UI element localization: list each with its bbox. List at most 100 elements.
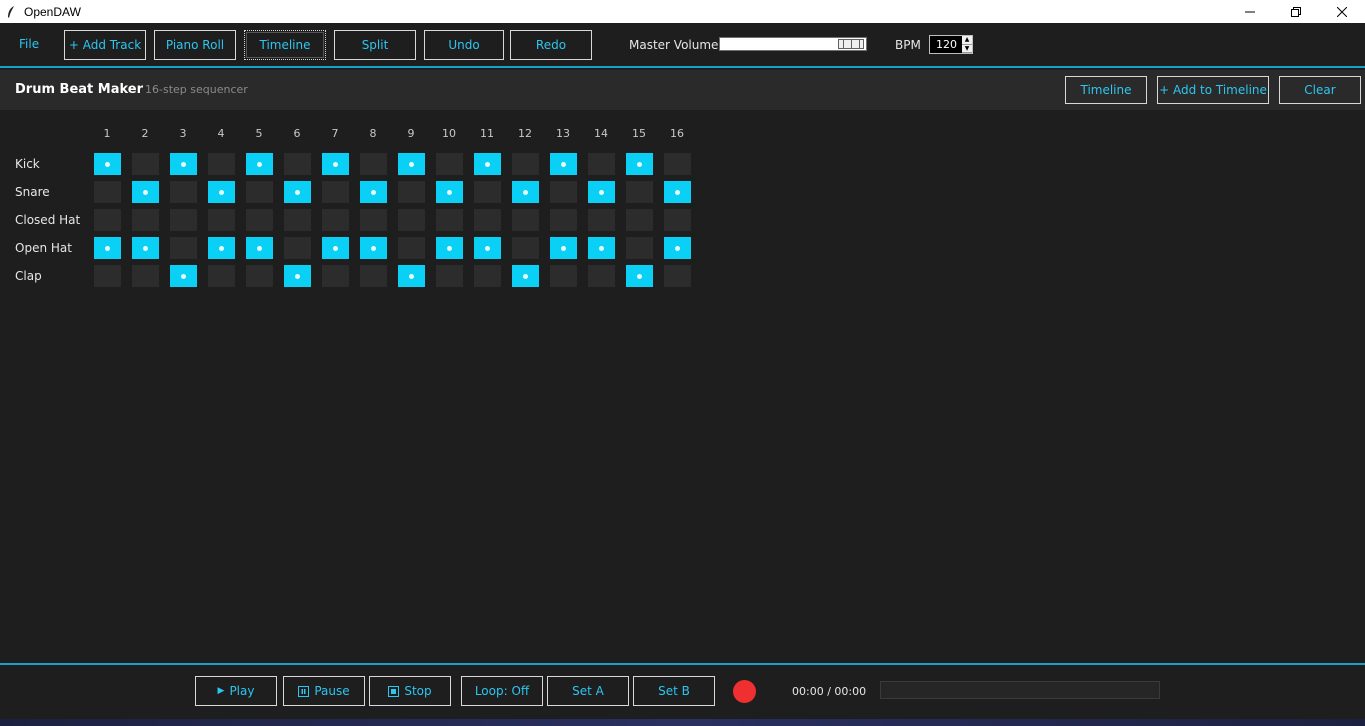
step-cell[interactable] <box>512 265 539 287</box>
pause-button[interactable]: Pause <box>283 676 365 706</box>
step-cell[interactable] <box>322 265 349 287</box>
set-b-button[interactable]: Set B <box>633 676 715 706</box>
step-cell[interactable] <box>626 153 653 175</box>
step-cell[interactable] <box>208 153 235 175</box>
undo-button[interactable]: Undo <box>424 30 504 60</box>
step-cell[interactable] <box>208 181 235 203</box>
step-cell[interactable] <box>398 265 425 287</box>
step-cell[interactable] <box>246 181 273 203</box>
step-cell[interactable] <box>284 181 311 203</box>
step-cell[interactable] <box>626 181 653 203</box>
playback-progress-bar[interactable] <box>880 681 1160 699</box>
step-cell[interactable] <box>664 153 691 175</box>
bpm-spin-arrows[interactable]: ▲ ▼ <box>962 36 972 53</box>
play-button[interactable]: ▶ Play <box>195 676 277 706</box>
step-cell[interactable] <box>284 265 311 287</box>
step-cell[interactable] <box>170 265 197 287</box>
step-cell[interactable] <box>588 209 615 231</box>
header-timeline-button[interactable]: Timeline <box>1065 76 1147 104</box>
restore-button[interactable] <box>1273 0 1319 23</box>
step-cell[interactable] <box>360 181 387 203</box>
set-a-button[interactable]: Set A <box>547 676 629 706</box>
step-cell[interactable] <box>170 181 197 203</box>
step-cell[interactable] <box>474 265 501 287</box>
redo-button[interactable]: Redo <box>510 30 592 60</box>
step-cell[interactable] <box>94 237 121 259</box>
step-cell[interactable] <box>550 181 577 203</box>
step-cell[interactable] <box>588 181 615 203</box>
add-track-button[interactable]: + Add Track <box>64 30 146 60</box>
step-cell[interactable] <box>398 237 425 259</box>
step-cell[interactable] <box>170 153 197 175</box>
step-cell[interactable] <box>474 181 501 203</box>
step-cell[interactable] <box>94 265 121 287</box>
step-cell[interactable] <box>360 153 387 175</box>
step-cell[interactable] <box>322 237 349 259</box>
step-cell[interactable] <box>436 265 463 287</box>
step-cell[interactable] <box>436 237 463 259</box>
step-cell[interactable] <box>208 265 235 287</box>
step-cell[interactable] <box>512 181 539 203</box>
step-cell[interactable] <box>474 153 501 175</box>
step-cell[interactable] <box>132 265 159 287</box>
step-cell[interactable] <box>398 209 425 231</box>
step-cell[interactable] <box>170 209 197 231</box>
step-cell[interactable] <box>360 265 387 287</box>
step-cell[interactable] <box>474 209 501 231</box>
step-cell[interactable] <box>664 265 691 287</box>
step-cell[interactable] <box>398 181 425 203</box>
step-cell[interactable] <box>360 237 387 259</box>
step-cell[interactable] <box>94 209 121 231</box>
step-cell[interactable] <box>94 181 121 203</box>
step-cell[interactable] <box>170 237 197 259</box>
step-cell[interactable] <box>284 209 311 231</box>
step-cell[interactable] <box>246 153 273 175</box>
stop-button[interactable]: Stop <box>369 676 451 706</box>
step-cell[interactable] <box>132 209 159 231</box>
add-to-timeline-button[interactable]: + Add to Timeline <box>1157 76 1269 104</box>
step-cell[interactable] <box>474 237 501 259</box>
step-cell[interactable] <box>132 153 159 175</box>
step-cell[interactable] <box>132 237 159 259</box>
step-cell[interactable] <box>588 237 615 259</box>
step-cell[interactable] <box>664 209 691 231</box>
spin-down-icon[interactable]: ▼ <box>962 45 972 53</box>
step-cell[interactable] <box>246 237 273 259</box>
step-cell[interactable] <box>550 265 577 287</box>
record-button[interactable] <box>733 680 756 703</box>
step-cell[interactable] <box>398 153 425 175</box>
step-cell[interactable] <box>208 209 235 231</box>
slider-thumb[interactable] <box>838 39 864 49</box>
clear-button[interactable]: Clear <box>1279 76 1361 104</box>
step-cell[interactable] <box>436 153 463 175</box>
timeline-button[interactable]: Timeline <box>244 30 326 60</box>
step-cell[interactable] <box>550 209 577 231</box>
step-cell[interactable] <box>322 153 349 175</box>
step-cell[interactable] <box>436 181 463 203</box>
step-cell[interactable] <box>512 209 539 231</box>
step-cell[interactable] <box>512 237 539 259</box>
step-cell[interactable] <box>246 209 273 231</box>
close-button[interactable] <box>1319 0 1365 23</box>
step-cell[interactable] <box>94 153 121 175</box>
bpm-spinbox[interactable]: 120 ▲ ▼ <box>929 35 973 54</box>
step-cell[interactable] <box>588 153 615 175</box>
step-cell[interactable] <box>664 181 691 203</box>
step-cell[interactable] <box>588 265 615 287</box>
file-menu[interactable]: File <box>19 37 39 51</box>
step-cell[interactable] <box>246 265 273 287</box>
step-cell[interactable] <box>550 237 577 259</box>
spin-up-icon[interactable]: ▲ <box>962 36 972 45</box>
step-cell[interactable] <box>132 181 159 203</box>
step-cell[interactable] <box>436 209 463 231</box>
split-button[interactable]: Split <box>334 30 416 60</box>
loop-toggle-button[interactable]: Loop: Off <box>461 676 543 706</box>
step-cell[interactable] <box>626 265 653 287</box>
step-cell[interactable] <box>322 181 349 203</box>
piano-roll-button[interactable]: Piano Roll <box>154 30 236 60</box>
step-cell[interactable] <box>322 209 349 231</box>
step-cell[interactable] <box>284 237 311 259</box>
step-cell[interactable] <box>284 153 311 175</box>
step-cell[interactable] <box>664 237 691 259</box>
step-cell[interactable] <box>208 237 235 259</box>
